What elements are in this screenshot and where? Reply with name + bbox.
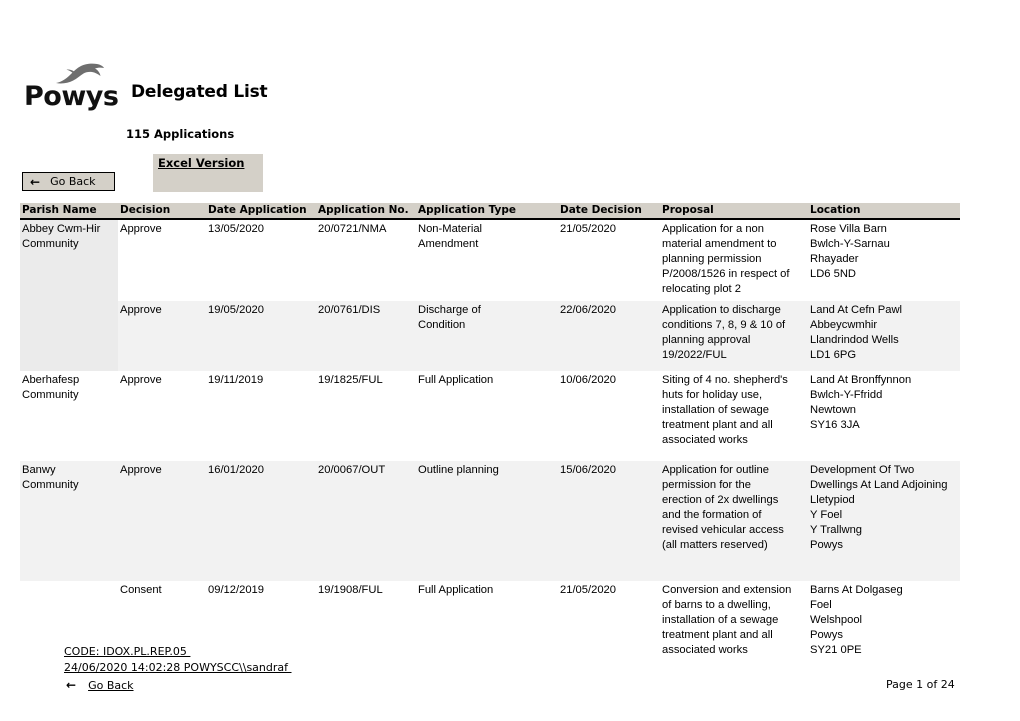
cell-location: Land At Bronffynnon Bwlch-Y-Ffridd Newtown…	[810, 374, 912, 431]
application-count: 115 Applications	[126, 127, 235, 141]
cell-application-type: Outline planning	[416, 461, 558, 581]
cell-application-no: 19/1825/FUL	[318, 374, 383, 386]
cell-decision: Approve	[120, 223, 162, 235]
cell-date-application: 13/05/2020	[208, 223, 264, 235]
cell-date-application: 16/01/2020	[206, 461, 316, 581]
powys-logo: Powys	[24, 62, 120, 114]
cell-parish-name: Banwy Community	[20, 461, 118, 581]
column-header-decision[interactable]: Decision	[118, 203, 206, 220]
cell-decision: Approve	[118, 461, 206, 581]
cell-decision: Approve	[118, 301, 206, 371]
excel-version-panel: Excel Version	[153, 154, 263, 192]
table-body: Abbey Cwm-Hir Community Approve 13/05/2020 2…	[20, 219, 960, 660]
delegated-list-table: Parish Name Decision Date Application Ap…	[20, 203, 960, 660]
column-header-date-application[interactable]: Date Application	[206, 203, 316, 220]
table-row[interactable]: Approve 19/05/2020 20/0761/DIS Discharge of…	[20, 301, 960, 371]
cell-application-no: 20/0761/DIS	[316, 301, 416, 371]
table-header-row: Parish Name Decision Date Application Ap…	[20, 203, 960, 220]
cell-application-type: Full Application	[418, 374, 494, 386]
cell-application-type: Full Application	[418, 584, 494, 596]
excel-version-link[interactable]: Excel Version	[158, 156, 244, 170]
cell-application-type: Discharge of Condition	[416, 301, 558, 371]
cell-location: Barns At Dolgaseg Foel Welshpool Powys SY21 …	[810, 584, 903, 656]
cell-parish-name: Aberhafesp Community	[22, 374, 80, 401]
table-row[interactable]: Aberhafesp Community Approve 19/11/2019 19/1…	[20, 371, 960, 461]
cell-location: Development Of Two Dwellings At Land Adjo…	[808, 461, 960, 581]
cell-application-no: 20/0067/OUT	[316, 461, 416, 581]
table-row[interactable]: Banwy Community Approve 16/01/2020 20/0067/O…	[20, 461, 960, 581]
column-header-application-type[interactable]: Application Type	[416, 203, 558, 220]
footer-timestamp-line: 24/06/2020 14:02:28 POWYSCC\\sandraf	[64, 661, 292, 674]
cell-application-no: 19/1908/FUL	[318, 584, 383, 596]
cell-location: Rose Villa Barn Bwlch-Y-Sarnau Rhayader LD6…	[810, 223, 890, 280]
cell-parish-name: Abbey Cwm-Hir Community	[20, 219, 118, 301]
logo-wordmark: Powys	[24, 81, 119, 112]
cell-application-no: 20/0721/NMA	[318, 223, 387, 235]
go-back-link-bottom[interactable]: ← Go Back	[66, 678, 134, 692]
back-arrow-icon-bottom: ←	[66, 678, 77, 692]
column-header-proposal[interactable]: Proposal	[660, 203, 808, 220]
cell-parish-name	[20, 301, 118, 371]
column-header-parish-name[interactable]: Parish Name	[20, 203, 118, 220]
go-back-link-bottom-label: Go Back	[88, 678, 134, 692]
cell-proposal: Application for outline permission for th…	[660, 461, 808, 581]
go-back-button-top[interactable]: ← Go Back	[22, 172, 115, 191]
table-row[interactable]: Abbey Cwm-Hir Community Approve 13/05/2020 2…	[20, 219, 960, 301]
cell-date-decision: 21/05/2020	[560, 584, 616, 596]
cell-date-application: 19/11/2019	[208, 374, 264, 386]
cell-application-type: Non-Material Amendment	[418, 223, 483, 250]
cell-proposal: Application for a non material amendment …	[662, 223, 790, 295]
footer-code-line: CODE: IDOX.PL.REP.05	[64, 645, 191, 658]
column-header-date-decision[interactable]: Date Decision	[558, 203, 660, 220]
cell-proposal: Conversion and extension of barns to a dw…	[662, 584, 792, 656]
page-title: Delegated List	[131, 82, 268, 102]
cell-date-decision: 21/05/2020	[560, 223, 616, 235]
cell-date-decision: 10/06/2020	[560, 374, 616, 386]
cell-proposal: Siting of 4 no. shepherd's huts for holid…	[662, 374, 788, 446]
cell-decision: Approve	[120, 374, 162, 386]
page-number: Page 1 of 24	[886, 678, 955, 691]
cell-date-decision: 22/06/2020	[558, 301, 660, 371]
table-header: Parish Name Decision Date Application Ap…	[20, 203, 960, 220]
go-back-button-top-label: Go Back	[50, 175, 96, 188]
column-header-application-no[interactable]: Application No.	[316, 203, 416, 220]
cell-date-decision: 15/06/2020	[558, 461, 660, 581]
cell-location: Land At Cefn Pawl Abbeycwmhir Llandrindod …	[808, 301, 960, 371]
cell-proposal: Application to discharge conditions 7, 8,…	[660, 301, 808, 371]
cell-date-application: 19/05/2020	[206, 301, 316, 371]
back-arrow-icon: ←	[30, 174, 41, 189]
footer-report-code: CODE: IDOX.PL.REP.05 24/06/2020 14:02:28…	[64, 644, 292, 676]
column-header-location[interactable]: Location	[808, 203, 960, 220]
